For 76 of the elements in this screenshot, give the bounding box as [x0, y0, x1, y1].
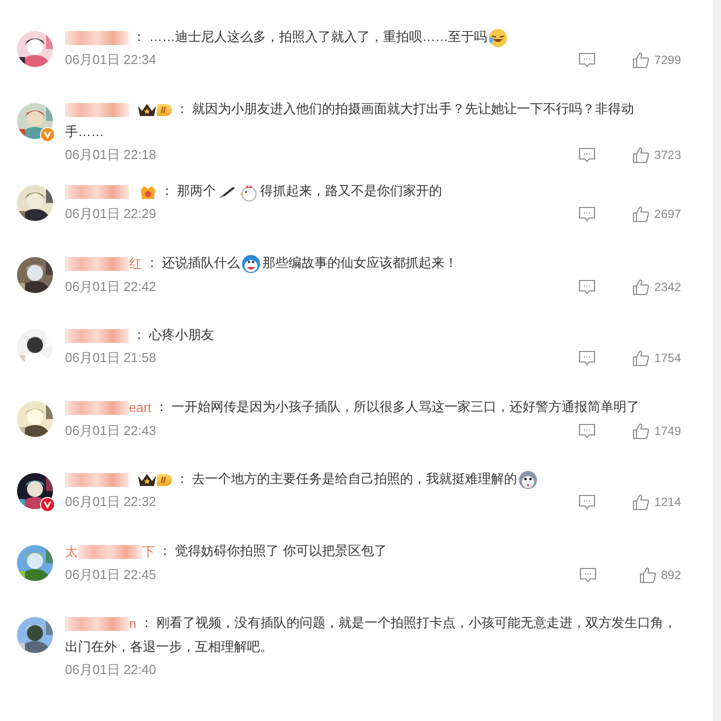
comment-text: 那些编故事的仙女应该都抓起来！ — [262, 255, 458, 270]
redacted-name — [65, 472, 129, 487]
redacted-name — [65, 102, 129, 117]
comment-icon[interactable] — [578, 349, 596, 367]
user-name[interactable]: 太 — [65, 540, 78, 564]
level-label: II — [156, 104, 172, 116]
user-name[interactable]: 太 下 — [65, 540, 155, 564]
comment-date: 06月01日 22:32 — [65, 493, 156, 511]
redacted-name — [65, 30, 129, 45]
redacted-name — [65, 400, 129, 415]
like-button[interactable]: 2697 — [632, 205, 681, 223]
thumbs-up-icon — [638, 566, 657, 584]
user-name[interactable]: 红 — [129, 252, 142, 276]
comment-icon[interactable] — [578, 51, 596, 69]
thumbs-up-icon — [632, 278, 650, 296]
redacted-name — [78, 544, 142, 559]
comment-date: 06月01日 22:18 — [65, 146, 156, 164]
thumbs-up-icon — [632, 422, 650, 440]
comment-icon[interactable] — [578, 422, 596, 440]
comment-text: ： 觉得妨碍你拍照了 你可以把景区包了 — [158, 543, 387, 558]
comment-date: 06月01日 22:43 — [65, 422, 156, 440]
thumbs-up-icon — [632, 51, 650, 69]
comment-text: 得抓起来，路又不是你们家开的 — [260, 183, 442, 198]
crown-icon — [136, 472, 157, 488]
comment-text: ： 就因为小朋友进入他们的拍摄画面就大打出手？先让她让一下不行吗？非得动 — [175, 101, 634, 116]
like-button[interactable]: 3723 — [632, 146, 681, 164]
redacted-name — [65, 328, 129, 343]
user-name[interactable] — [65, 30, 129, 45]
thumbs-up-icon — [632, 349, 650, 367]
cartoon-face-icon — [241, 254, 262, 274]
like-button[interactable]: 892 — [633, 566, 681, 584]
comment-text: 手…… — [65, 124, 104, 139]
like-button[interactable]: 1749 — [632, 422, 681, 440]
user-name[interactable] — [65, 472, 129, 487]
user-name[interactable] — [65, 328, 129, 343]
thumbs-up-icon — [632, 146, 650, 164]
comment-icon[interactable] — [578, 205, 596, 223]
comment-date: 06月01日 22:29 — [65, 205, 156, 223]
comment-icon[interactable] — [578, 278, 596, 296]
redacted-name — [65, 616, 129, 631]
comment-text: ： ……迪士尼人这么多，拍照入了就入了，重拍呗……至于吗 — [132, 29, 488, 44]
like-button[interactable]: 1754 — [632, 349, 681, 367]
comment-date: 06月01日 22:40 — [65, 661, 156, 680]
user-name[interactable]: 下 — [142, 540, 155, 564]
laughing-face-icon — [488, 28, 508, 48]
user-name[interactable] — [65, 184, 129, 199]
like-button[interactable]: 7299 — [632, 51, 681, 69]
comment-text: ： 一开始网传是因为小孩子插队，所以很多人骂这一家三口，还好警方通报简单明了 — [155, 399, 640, 414]
like-button[interactable]: 1214 — [632, 493, 681, 511]
thumbs-up-icon — [632, 205, 650, 223]
comment-text: ： 刚看了视频，没有插队的问题，就是一个拍照打卡点，小孩可能无意走进，双方发生口角， — [140, 615, 676, 630]
crown-icon — [136, 102, 157, 118]
like-button[interactable]: 2342 — [632, 278, 681, 296]
comment-text: 出门在外，各退一步，互相理解吧。 — [65, 639, 273, 654]
comment-icon[interactable] — [578, 493, 596, 511]
comment-date: 06月01日 22:45 — [65, 566, 156, 584]
redacted-name — [65, 256, 129, 271]
comment-text: ： 心疼小朋友 — [132, 327, 214, 342]
comment-date: 06月01日 21:58 — [65, 349, 156, 367]
user-name[interactable]: 红 — [65, 252, 142, 276]
comment-text: ： 那两个 — [160, 183, 216, 198]
comment-date: 06月01日 22:42 — [65, 278, 156, 296]
comment-text: ： 还说插队什么 — [146, 255, 240, 270]
user-name[interactable]: eart — [65, 396, 152, 420]
comment-icon[interactable] — [578, 146, 596, 164]
redacted-name — [65, 184, 129, 199]
dog-face-icon — [518, 470, 538, 490]
level-label: II — [156, 474, 172, 486]
user-name[interactable]: n — [65, 612, 136, 636]
thumbs-up-icon — [632, 493, 650, 511]
comment-icon[interactable] — [579, 566, 597, 584]
comment-text: ： 去一个地方的主要任务是给自己拍照的，我就挺难理解的 — [175, 471, 517, 486]
user-name[interactable] — [65, 102, 129, 117]
user-name[interactable]: eart — [129, 396, 152, 420]
user-name[interactable]: n — [129, 612, 136, 636]
comment-date: 06月01日 22:34 — [65, 51, 156, 69]
